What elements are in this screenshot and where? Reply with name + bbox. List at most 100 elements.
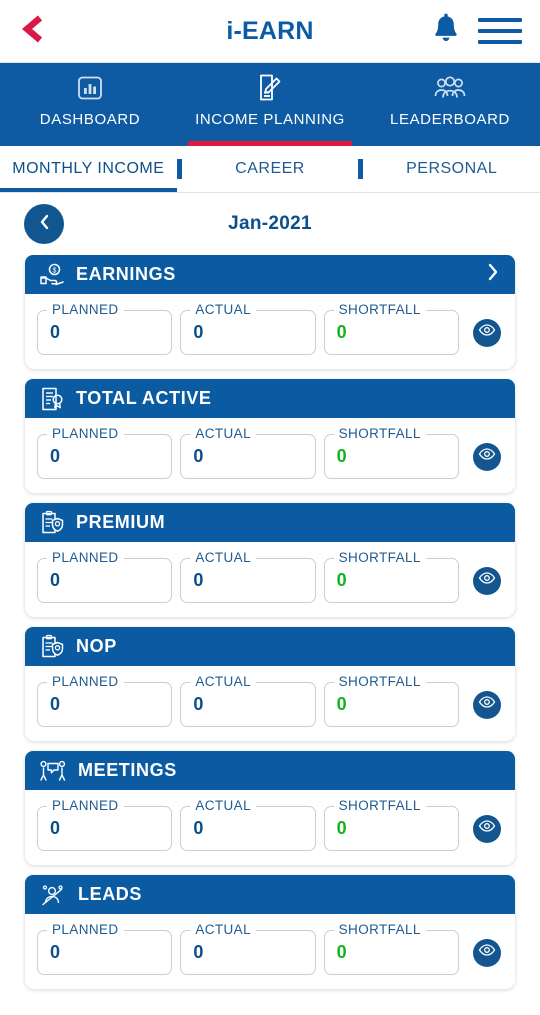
planned-value: 0 bbox=[50, 570, 61, 590]
planned-field[interactable]: PLANNED 0 bbox=[37, 922, 173, 975]
certificate-document-icon bbox=[39, 386, 65, 412]
eye-icon bbox=[478, 323, 496, 342]
planned-value: 0 bbox=[50, 446, 61, 466]
previous-month-button[interactable] bbox=[24, 204, 64, 244]
bar-chart-icon bbox=[75, 73, 105, 103]
shortfall-label: SHORTFALL bbox=[333, 674, 426, 689]
sub-tab-monthly-income[interactable]: MONTHLY INCOME bbox=[0, 146, 177, 192]
nav-tab-leaderboard[interactable]: LEADERBOARD bbox=[360, 63, 540, 146]
actual-field[interactable]: ACTUAL 0 bbox=[180, 302, 316, 355]
planned-value: 0 bbox=[50, 694, 61, 714]
actual-value: 0 bbox=[193, 446, 204, 466]
card-title: TOTAL ACTIVE bbox=[76, 388, 212, 408]
planned-field[interactable]: PLANNED 0 bbox=[37, 798, 173, 851]
card-header[interactable]: $ EARNINGS bbox=[25, 255, 515, 294]
document-edit-icon bbox=[255, 73, 285, 103]
actual-label: ACTUAL bbox=[190, 674, 256, 689]
shortfall-value: 0 bbox=[336, 446, 347, 466]
actual-value: 0 bbox=[193, 818, 204, 838]
shortfall-label: SHORTFALL bbox=[333, 798, 426, 813]
eye-icon bbox=[478, 447, 496, 466]
clipboard-shield-icon bbox=[39, 510, 65, 536]
metric-card-earnings[interactable]: $ EARNINGS PLANNED 0 ACTUAL 0 SHORTFALL … bbox=[25, 255, 515, 369]
sub-tab-personal[interactable]: PERSONAL bbox=[363, 146, 540, 192]
menu-button[interactable] bbox=[478, 18, 522, 44]
planned-label: PLANNED bbox=[47, 426, 124, 441]
card-header[interactable]: TOTAL ACTIVE bbox=[25, 379, 515, 418]
planned-field[interactable]: PLANNED 0 bbox=[37, 674, 173, 727]
hamburger-menu-icon bbox=[478, 18, 522, 44]
planned-value: 0 bbox=[50, 942, 61, 962]
sub-tab-label: MONTHLY INCOME bbox=[12, 160, 165, 177]
metric-card-premium[interactable]: PREMIUM PLANNED 0 ACTUAL 0 SHORTFALL 0 bbox=[25, 503, 515, 617]
card-title: PREMIUM bbox=[76, 512, 166, 532]
shortfall-label: SHORTFALL bbox=[333, 426, 426, 441]
nav-tab-income-planning[interactable]: INCOME PLANNING bbox=[180, 63, 360, 146]
period-label: Jan-2021 bbox=[228, 213, 312, 234]
card-detail-button[interactable] bbox=[485, 261, 501, 288]
shortfall-value: 0 bbox=[336, 570, 347, 590]
shortfall-field[interactable]: SHORTFALL 0 bbox=[323, 922, 459, 975]
shortfall-field[interactable]: SHORTFALL 0 bbox=[323, 798, 459, 851]
planned-label: PLANNED bbox=[47, 922, 124, 937]
shortfall-field[interactable]: SHORTFALL 0 bbox=[323, 302, 459, 355]
chevron-left-icon bbox=[37, 213, 52, 236]
shortfall-field[interactable]: SHORTFALL 0 bbox=[323, 426, 459, 479]
metric-card-total-active[interactable]: TOTAL ACTIVE PLANNED 0 ACTUAL 0 SHORTFAL… bbox=[25, 379, 515, 493]
metric-card-nop[interactable]: NOP PLANNED 0 ACTUAL 0 SHORTFALL 0 bbox=[25, 627, 515, 741]
planned-label: PLANNED bbox=[47, 550, 124, 565]
metric-card-leads[interactable]: LEADS PLANNED 0 ACTUAL 0 SHORTFALL 0 bbox=[25, 875, 515, 989]
actual-field[interactable]: ACTUAL 0 bbox=[180, 798, 316, 851]
planned-field[interactable]: PLANNED 0 bbox=[37, 426, 173, 479]
chevron-right-icon bbox=[485, 261, 501, 288]
planned-field[interactable]: PLANNED 0 bbox=[37, 302, 173, 355]
metric-card-meetings[interactable]: MEETINGS PLANNED 0 ACTUAL 0 SHORTFALL 0 bbox=[25, 751, 515, 865]
shortfall-field[interactable]: SHORTFALL 0 bbox=[323, 674, 459, 727]
card-body: PLANNED 0 ACTUAL 0 SHORTFALL 0 bbox=[25, 914, 515, 989]
bell-icon bbox=[432, 13, 460, 49]
nav-tab-dashboard[interactable]: DASHBOARD bbox=[0, 63, 180, 146]
actual-value: 0 bbox=[193, 694, 204, 714]
view-details-button[interactable] bbox=[472, 814, 501, 843]
planned-value: 0 bbox=[50, 322, 61, 342]
actual-field[interactable]: ACTUAL 0 bbox=[180, 550, 316, 603]
view-details-button[interactable] bbox=[472, 318, 501, 347]
actual-label: ACTUAL bbox=[190, 922, 256, 937]
nav-tab-label: DASHBOARD bbox=[39, 111, 141, 128]
actual-label: ACTUAL bbox=[190, 550, 256, 565]
card-title: EARNINGS bbox=[76, 264, 176, 284]
planned-field[interactable]: PLANNED 0 bbox=[37, 550, 173, 603]
person-target-icon bbox=[39, 883, 67, 907]
actual-field[interactable]: ACTUAL 0 bbox=[180, 674, 316, 727]
metric-card-list: $ EARNINGS PLANNED 0 ACTUAL 0 SHORTFALL … bbox=[0, 255, 540, 989]
actual-field[interactable]: ACTUAL 0 bbox=[180, 922, 316, 975]
card-header[interactable]: PREMIUM bbox=[25, 503, 515, 542]
nav-tab-label: INCOME PLANNING bbox=[195, 111, 345, 128]
view-details-button[interactable] bbox=[472, 938, 501, 967]
actual-field[interactable]: ACTUAL 0 bbox=[180, 426, 316, 479]
shortfall-label: SHORTFALL bbox=[333, 550, 426, 565]
card-header[interactable]: MEETINGS bbox=[25, 751, 515, 790]
actual-label: ACTUAL bbox=[190, 426, 256, 441]
shortfall-value: 0 bbox=[336, 322, 347, 342]
sub-tab-label: PERSONAL bbox=[406, 160, 498, 177]
planned-value: 0 bbox=[50, 818, 61, 838]
hamburger-line bbox=[478, 40, 522, 44]
actual-value: 0 bbox=[193, 942, 204, 962]
card-header[interactable]: LEADS bbox=[25, 875, 515, 914]
eye-icon bbox=[478, 819, 496, 838]
view-details-button[interactable] bbox=[472, 690, 501, 719]
actual-value: 0 bbox=[193, 322, 204, 342]
notifications-button[interactable] bbox=[432, 13, 460, 49]
card-header[interactable]: NOP bbox=[25, 627, 515, 666]
shortfall-field[interactable]: SHORTFALL 0 bbox=[323, 550, 459, 603]
card-body: PLANNED 0 ACTUAL 0 SHORTFALL 0 bbox=[25, 294, 515, 369]
view-details-button[interactable] bbox=[472, 442, 501, 471]
planned-label: PLANNED bbox=[47, 674, 124, 689]
sub-tab-career[interactable]: CAREER bbox=[182, 146, 359, 192]
svg-text:$: $ bbox=[53, 267, 57, 274]
view-details-button[interactable] bbox=[472, 566, 501, 595]
eye-icon bbox=[478, 695, 496, 714]
card-body: PLANNED 0 ACTUAL 0 SHORTFALL 0 bbox=[25, 666, 515, 741]
app-header: i-EARN bbox=[0, 0, 540, 63]
